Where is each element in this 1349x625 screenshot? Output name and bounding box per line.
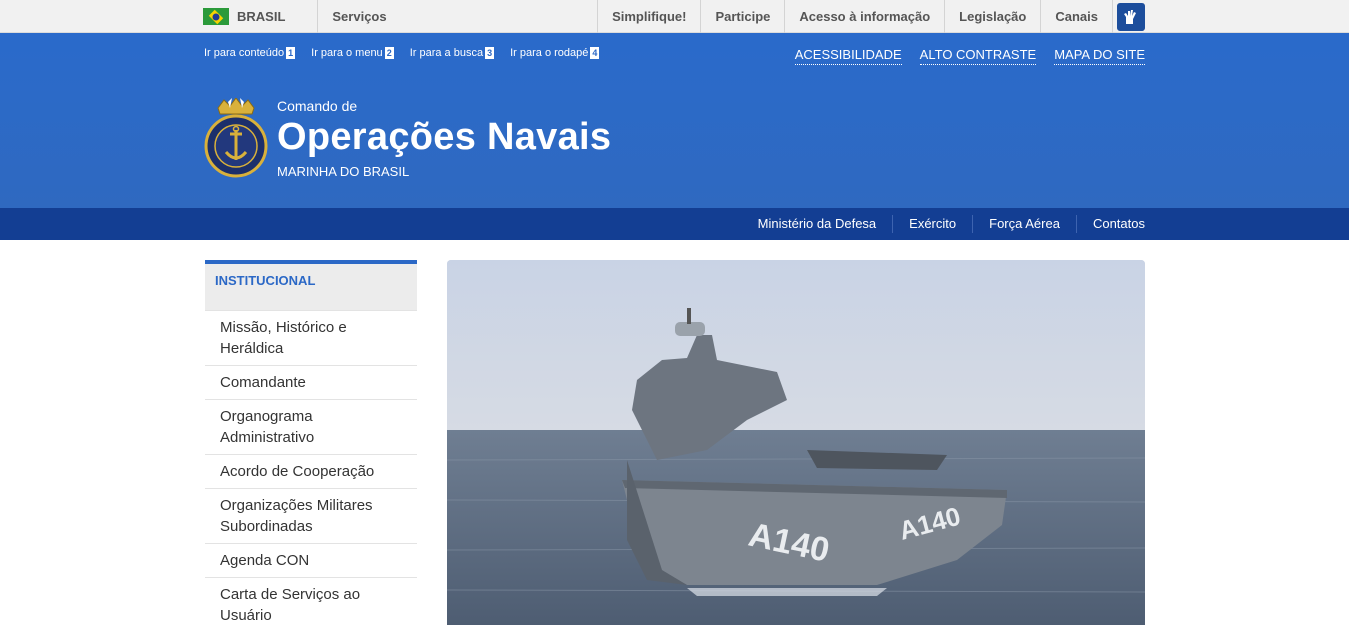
sidebar-item-organizacoes[interactable]: Organizações Militares Subordinadas — [205, 489, 417, 544]
site-subtitle: MARINHA DO BRASIL — [277, 164, 410, 179]
site-header: Ir para conteúdo 1 Ir para o menu 2 Ir par… — [0, 33, 1349, 208]
main-content: INSTITUCIONAL Missão, Histórico e Heráld… — [0, 240, 1349, 625]
sign-language-icon[interactable] — [1117, 2, 1145, 31]
gov-bar: BRASIL Serviços Simplifique! Participe A… — [0, 0, 1349, 33]
skip-links: Ir para conteúdo 1 Ir para o menu 2 Ir par… — [204, 47, 600, 59]
legislacao-link[interactable]: Legislação — [944, 0, 1040, 33]
brasil-label: BRASIL — [237, 9, 286, 24]
nav-ministerio-defesa[interactable]: Ministério da Defesa — [742, 215, 893, 233]
sidebar-item-agenda[interactable]: Agenda CON — [205, 544, 417, 578]
sidebar-menu: INSTITUCIONAL Missão, Histórico e Heráld… — [205, 260, 417, 625]
sidebar-item-organograma[interactable]: Organograma Administrativo — [205, 400, 417, 455]
sidebar-item-carta-servicos[interactable]: Carta de Serviços ao Usuário — [205, 578, 417, 625]
servicos-link[interactable]: Serviços — [318, 0, 386, 33]
navy-emblem-logo[interactable] — [204, 97, 268, 182]
hero-image[interactable]: A140 A140 — [447, 260, 1145, 625]
simplifique-link[interactable]: Simplifique! — [597, 0, 700, 33]
brazil-flag-icon — [203, 8, 229, 25]
accessibility-link[interactable]: ACESSIBILIDADE — [794, 47, 902, 65]
sidebar-item-missao[interactable]: Missão, Histórico e Heráldica — [205, 310, 417, 366]
sidebar-item-comandante[interactable]: Comandante — [205, 366, 417, 400]
sidebar-title: INSTITUCIONAL — [205, 260, 417, 310]
skip-to-content-link[interactable]: Ir para conteúdo 1 — [204, 47, 296, 59]
high-contrast-link[interactable]: ALTO CONTRASTE — [919, 47, 1037, 65]
accessibility-links: ACESSIBILIDADE ALTO CONTRASTE MAPA DO SI… — [794, 47, 1145, 65]
sidebar-item-acordo[interactable]: Acordo de Cooperação — [205, 455, 417, 489]
brasil-link[interactable]: BRASIL — [203, 0, 319, 33]
site-prefix: Comando de — [277, 98, 358, 114]
nav-contatos[interactable]: Contatos — [1075, 215, 1145, 233]
site-name: Operações Navais — [277, 116, 612, 158]
site-denomination[interactable]: Comando de Operações Navais MARINHA DO B… — [277, 98, 611, 179]
skip-to-menu-link[interactable]: Ir para o menu 2 — [311, 47, 394, 59]
nav-forca-aerea[interactable]: Força Aérea — [972, 215, 1076, 233]
acesso-informacao-link[interactable]: Acesso à informação — [784, 0, 944, 33]
participe-link[interactable]: Participe — [700, 0, 784, 33]
gov-links: Simplifique! Participe Acesso à informaç… — [597, 0, 1112, 33]
nav-exercito[interactable]: Exército — [892, 215, 972, 233]
sitemap-link[interactable]: MAPA DO SITE — [1054, 47, 1145, 65]
skip-to-footer-link[interactable]: Ir para o rodapé 4 — [510, 47, 600, 59]
skip-to-search-link[interactable]: Ir para a busca 3 — [410, 47, 495, 59]
canais-link[interactable]: Canais — [1040, 0, 1112, 33]
service-nav: Ministério da Defesa Exército Força Aére… — [0, 208, 1349, 240]
